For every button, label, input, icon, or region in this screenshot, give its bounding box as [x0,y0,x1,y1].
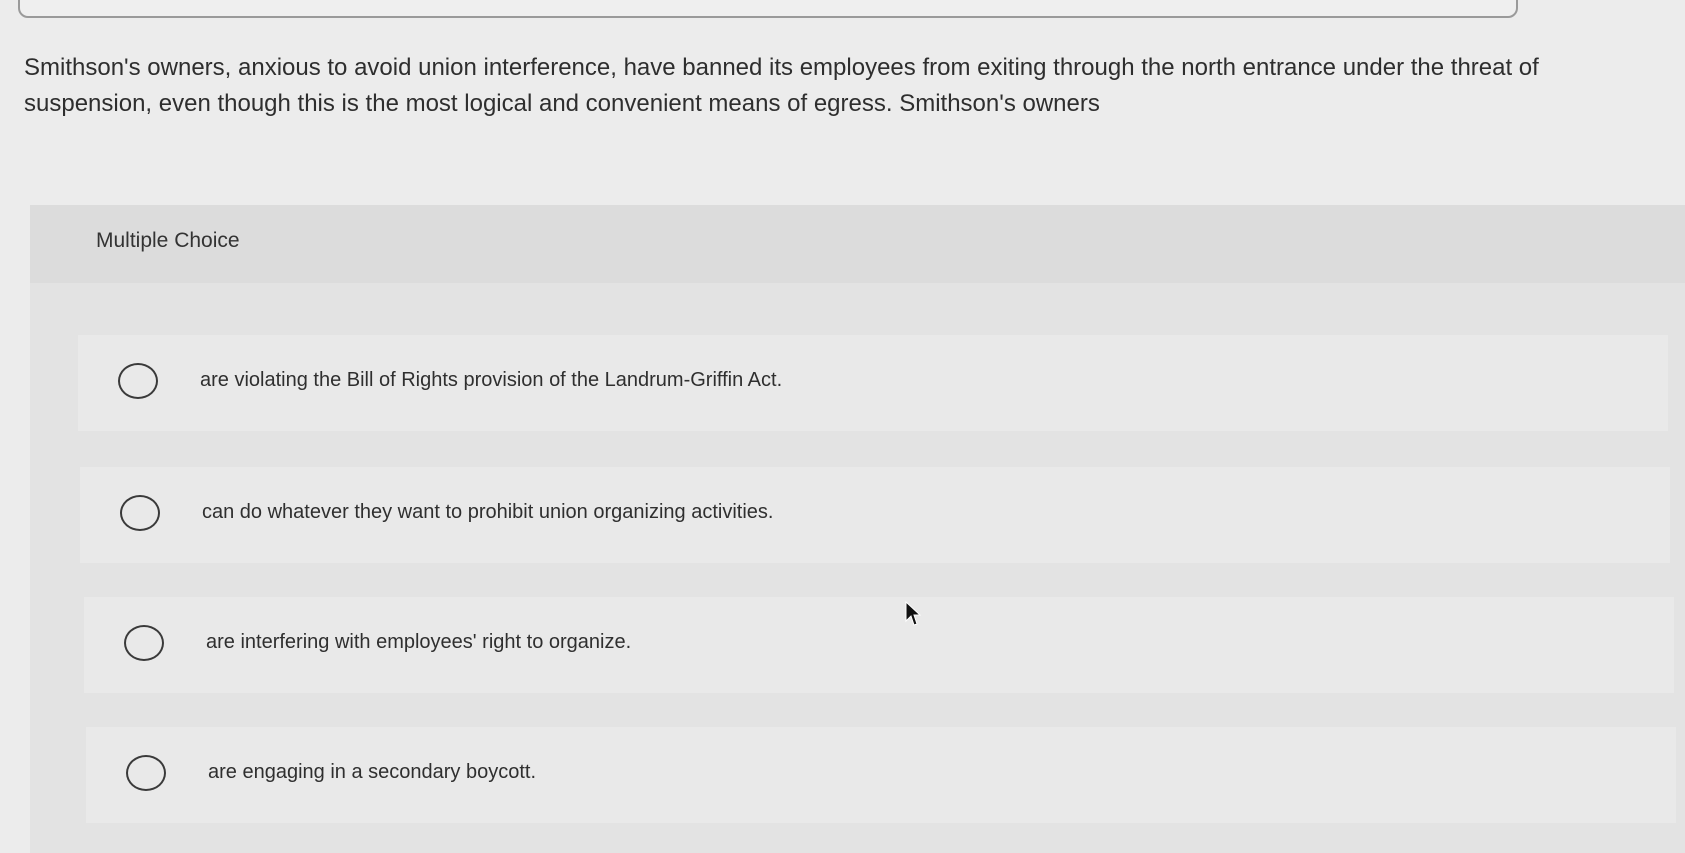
multiple-choice-title: Multiple Choice [96,229,240,252]
choice-option-3[interactable]: are interfering with employees' right to… [84,597,1674,693]
radio-circle-icon[interactable] [126,755,166,791]
radio-circle-icon[interactable] [124,625,164,661]
choice-option-2[interactable]: can do whatever they want to prohibit un… [80,467,1670,563]
choice-label: are engaging in a secondary boycott. [208,761,536,783]
choice-label: are violating the Bill of Rights provisi… [200,369,783,391]
choice-option-1[interactable]: are violating the Bill of Rights provisi… [78,335,1668,431]
choice-label: can do whatever they want to prohibit un… [202,501,774,523]
radio-circle-icon[interactable] [120,495,160,531]
choice-option-4[interactable]: are engaging in a secondary boycott. [86,727,1676,823]
mouse-pointer-icon [905,601,921,626]
multiple-choice-header: Multiple Choice [30,205,1685,283]
radio-circle-icon[interactable] [118,363,158,399]
question-text: Smithson's owners, anxious to avoid unio… [24,54,1539,117]
multiple-choice-panel: Multiple Choice are violating the Bill o… [30,205,1685,853]
top-input-frame [18,0,1518,18]
choice-label: are interfering with employees' right to… [206,631,632,653]
